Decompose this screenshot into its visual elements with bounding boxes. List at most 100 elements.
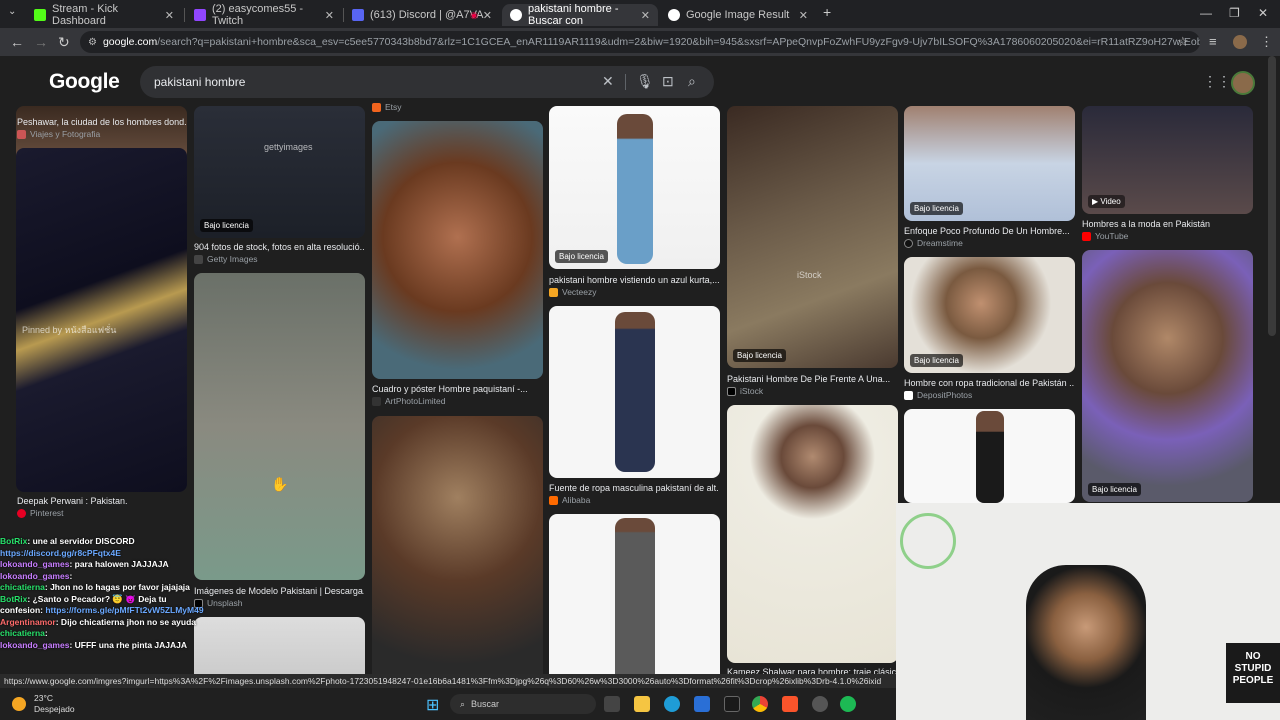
result-caption[interactable]: 904 fotos de stock, fotos en alta resolu…: [194, 242, 364, 252]
microphone-icon[interactable]: 🎙: [636, 73, 654, 90]
tab-kick[interactable]: Stream - Kick Dashboard ✕: [26, 3, 182, 27]
close-icon[interactable]: ✕: [325, 9, 334, 22]
result-image[interactable]: [904, 409, 1075, 503]
close-icon[interactable]: ✕: [165, 9, 174, 22]
reload-icon[interactable]: ↻: [58, 34, 70, 51]
taskbar-search[interactable]: ⌕ Buscar: [450, 694, 596, 714]
link-status-bar: https://www.google.com/imgres?imgurl=htt…: [0, 674, 900, 688]
result-caption[interactable]: Cuadro y póster Hombre paquistaní -...: [372, 384, 542, 394]
site-info-icon[interactable]: ⚙: [88, 37, 97, 48]
result-image[interactable]: [372, 121, 543, 379]
result-image[interactable]: [372, 416, 543, 688]
result-caption[interactable]: Enfoque Poco Profundo De Un Hombre...: [904, 226, 1074, 236]
tab-google-image-result[interactable]: Google Image Result ✕: [660, 4, 816, 26]
search-icon[interactable]: ⌕: [688, 73, 696, 90]
video-badge: ▶ Video: [1088, 195, 1125, 208]
result-caption[interactable]: Hombres a la moda en Pakistán: [1082, 219, 1252, 229]
license-badge: Bajo licencia: [910, 354, 963, 367]
back-icon[interactable]: ←: [10, 34, 24, 50]
result-source[interactable]: DepositPhotos: [904, 390, 972, 400]
bookmark-star-icon[interactable]: ☆: [1177, 34, 1189, 50]
tab-search-icon[interactable]: ⌄: [8, 6, 16, 17]
result-image[interactable]: [194, 273, 365, 580]
result-source[interactable]: Viajes y Fotografia: [17, 129, 100, 139]
result-caption[interactable]: Pakistani Hombre De Pie Frente A Una...: [727, 374, 897, 384]
mouse-cursor-icon: ✋: [271, 476, 289, 492]
task-view-icon[interactable]: [604, 696, 620, 712]
result-source[interactable]: iStock: [727, 386, 763, 396]
page-scrollbar[interactable]: [1268, 56, 1276, 336]
chat-message: lokoando_games:: [0, 570, 73, 581]
kick-icon: [34, 9, 46, 21]
close-icon[interactable]: ✕: [799, 9, 808, 22]
result-source[interactable]: ArtPhotoLimited: [372, 396, 445, 406]
close-icon[interactable]: ✕: [483, 9, 492, 22]
weather-widget[interactable]: 23°C Despejado: [12, 693, 75, 715]
forward-icon[interactable]: →: [34, 34, 48, 50]
address-bar[interactable]: ⚙ google.com /search?q=pakistani+hombre&…: [80, 31, 1200, 53]
result-caption[interactable]: Peshawar, la ciudad de los hombres dond.…: [17, 117, 187, 127]
result-image[interactable]: Bajo licencia: [904, 257, 1075, 373]
result-caption[interactable]: Hombre con ropa tradicional de Pakistán …: [904, 378, 1074, 388]
result-image[interactable]: Bajo licencia: [904, 106, 1075, 221]
stream-chat-overlay: BotRix: une al servidor DISCORD https://…: [0, 536, 220, 651]
result-source[interactable]: Etsy: [372, 102, 402, 112]
chat-message: BotRix: ¿Santo o Pecador? 😇 😈 Deja tu: [0, 593, 167, 604]
store-icon[interactable]: [694, 696, 710, 712]
edge-icon[interactable]: [664, 696, 680, 712]
result-source[interactable]: Vecteezy: [549, 287, 597, 297]
result-source[interactable]: Getty Images: [194, 254, 258, 264]
lens-icon[interactable]: ⊡: [662, 73, 674, 90]
chat-message: https://discord.gg/r8cPFqtx4E: [0, 547, 121, 558]
windows-start-icon[interactable]: ⊞: [426, 695, 439, 715]
tab-twitch[interactable]: (2) easycomes55 - Twitch ✕: [186, 3, 342, 27]
result-image[interactable]: [549, 306, 720, 478]
search-input[interactable]: [154, 75, 594, 89]
result-image[interactable]: [549, 514, 720, 688]
result-caption[interactable]: Deepak Perwani : Pakistan.: [17, 496, 128, 506]
menu-dots-icon[interactable]: ⋮: [1260, 34, 1273, 50]
close-icon[interactable]: ✕: [641, 9, 650, 22]
app-y-icon[interactable]: [724, 696, 740, 712]
license-badge: Bajo licencia: [200, 219, 253, 232]
google-logo[interactable]: Google: [49, 70, 120, 94]
close-window-button[interactable]: ✕: [1258, 6, 1268, 20]
file-explorer-icon[interactable]: [634, 696, 650, 712]
media-controls-icon[interactable]: ≡: [1209, 34, 1217, 49]
spotify-icon[interactable]: [840, 696, 856, 712]
profile-avatar-icon[interactable]: [1233, 35, 1247, 49]
tab-discord[interactable]: (613) Discord | @A7VA ◉ ✕: [344, 4, 500, 26]
tab-google-search[interactable]: pakistani hombre - Buscar con ✕: [502, 3, 658, 27]
result-image[interactable]: Pinned by หนังสือแฟชั่น: [16, 148, 187, 492]
brave-icon[interactable]: [782, 696, 798, 712]
minimize-button[interactable]: —: [1200, 6, 1212, 20]
new-tab-button[interactable]: +: [823, 4, 831, 20]
result-source[interactable]: Alibaba: [549, 495, 590, 505]
result-image[interactable]: iStock Bajo licencia: [727, 106, 898, 368]
result-caption[interactable]: Fuente de ropa masculina pakistaní de al…: [549, 483, 719, 493]
restore-button[interactable]: ❐: [1229, 6, 1240, 20]
search-box[interactable]: ✕ 🎙 ⊡ ⌕: [140, 66, 714, 98]
sun-icon: [12, 697, 26, 711]
chat-message: Argentinamor: Dijo chicatierna jhon no s…: [0, 616, 197, 627]
image-watermark: iStock: [797, 270, 822, 280]
result-caption[interactable]: pakistani hombre vistiendo un azul kurta…: [549, 275, 719, 285]
chat-message: confesion: https://forms.gle/pMfFTt2vW5Z…: [0, 605, 204, 615]
result-image[interactable]: Bajo licencia: [1082, 250, 1253, 502]
result-source[interactable]: Dreamstime: [904, 238, 963, 248]
pin-overlay-text: Pinned by หนังสือแฟชั่น: [22, 325, 117, 335]
result-image[interactable]: [727, 405, 898, 663]
result-source[interactable]: Pinterest: [17, 508, 64, 518]
license-badge: Bajo licencia: [1088, 483, 1141, 496]
streamer-figure: [1026, 565, 1146, 720]
tab-label: pakistani hombre - Buscar con: [528, 3, 619, 27]
result-image[interactable]: gettyimages Bajo licencia: [194, 106, 365, 238]
obs-icon[interactable]: [812, 696, 828, 712]
clear-icon[interactable]: ✕: [602, 73, 614, 90]
account-avatar[interactable]: [1231, 71, 1255, 95]
result-video[interactable]: ▶ Video: [1082, 106, 1253, 214]
result-source[interactable]: YouTube: [1082, 231, 1128, 241]
smiley-sticker-icon: [900, 513, 956, 569]
result-image[interactable]: Bajo licencia: [549, 106, 720, 269]
chrome-icon[interactable]: [752, 696, 768, 712]
